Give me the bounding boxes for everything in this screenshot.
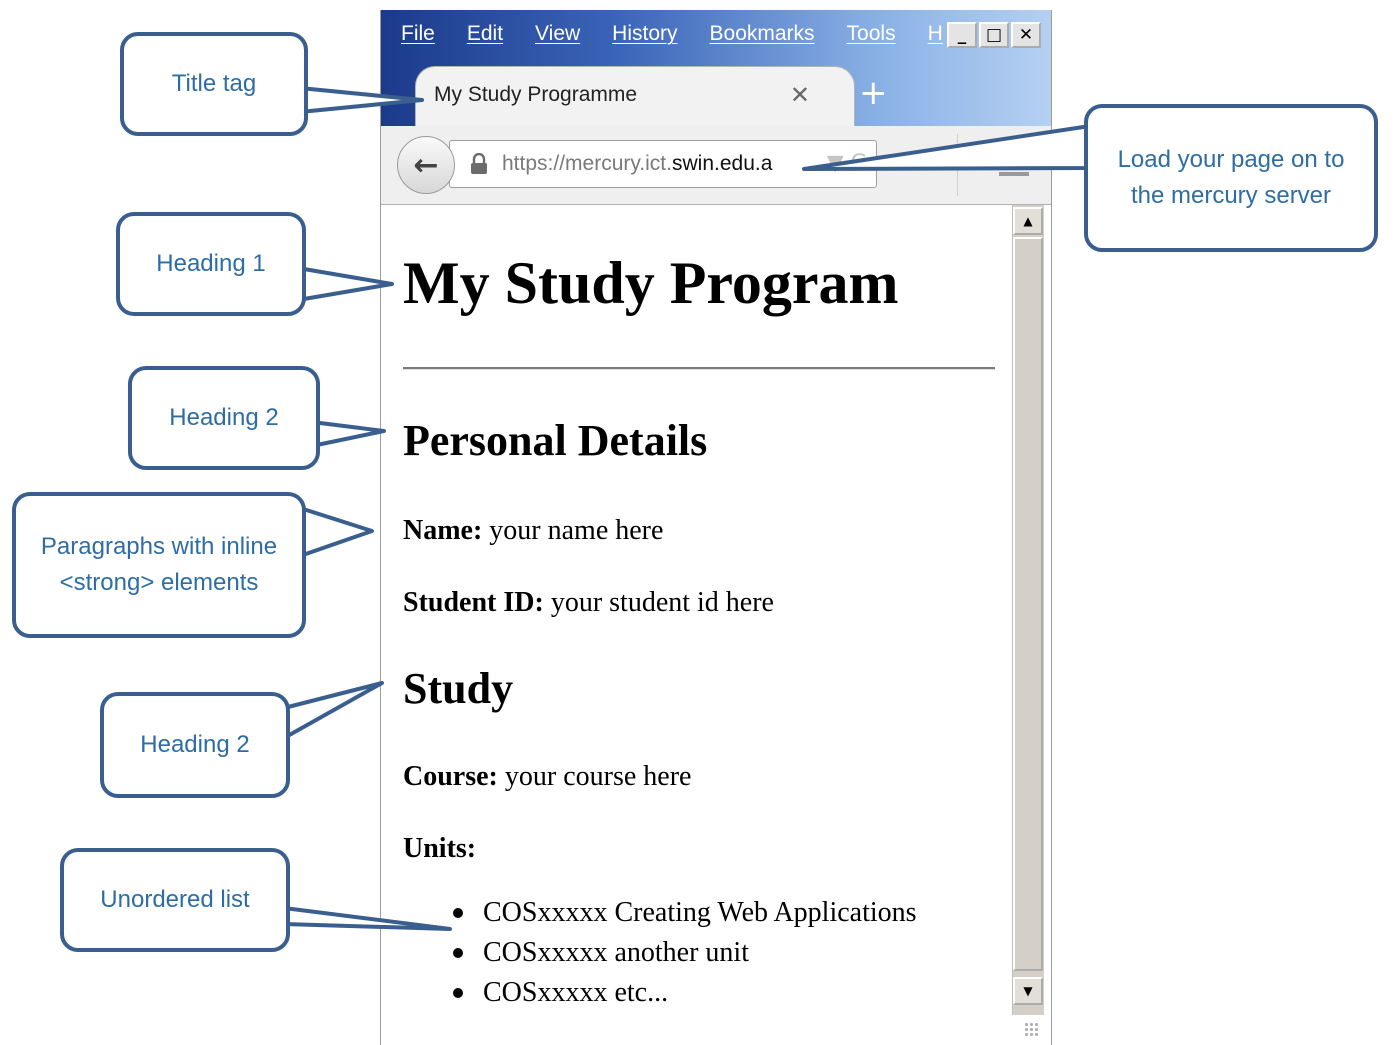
resize-grip-icon[interactable] [1024, 1022, 1040, 1038]
browser-window: File Edit View History Bookmarks Tools H… [380, 10, 1052, 1045]
menu-bookmarks[interactable]: Bookmarks [710, 22, 815, 46]
menu-tools[interactable]: Tools [847, 22, 896, 46]
name-label: Name: [403, 515, 483, 546]
reload-icon[interactable]: ▼ C [827, 151, 866, 176]
horizontal-rule [403, 367, 995, 370]
units-list: COSxxxxx Creating Web Applications COSxx… [453, 893, 917, 1013]
pointer-heading1 [296, 266, 394, 302]
callout-title-tag: Title tag [120, 32, 308, 136]
menu-bar: File Edit View History Bookmarks Tools H [401, 22, 975, 46]
tab-close-icon[interactable]: ✕ [790, 81, 810, 109]
bullet-icon [453, 908, 463, 918]
url-text: https://mercury.ict.swin.edu.a [502, 152, 798, 176]
name-value: your name here [482, 515, 664, 546]
paragraph-name: Name: your name here [403, 515, 663, 547]
list-item: COSxxxxx another unit [453, 933, 917, 973]
course-value: your course here [497, 761, 692, 792]
callout-unordered-list: Unordered list [60, 848, 290, 952]
menu-file[interactable]: File [401, 22, 435, 46]
list-item: COSxxxxx etc... [453, 973, 917, 1013]
menu-icon[interactable] [999, 172, 1029, 176]
paragraph-course: Course: your course here [403, 761, 691, 793]
menu-view[interactable]: View [535, 22, 580, 46]
callout-heading-2-a: Heading 2 [128, 366, 320, 470]
url-domain: swin.edu.a [671, 152, 773, 175]
units-label: Units: [403, 833, 477, 864]
id-label: Student ID: [403, 587, 544, 618]
heading-study: Study [403, 664, 514, 713]
window-controls: _ □ ✕ [947, 22, 1041, 48]
tab-active[interactable]: My Study Programme ✕ [415, 66, 855, 128]
callout-paragraphs: Paragraphs with inline <strong> elements [12, 492, 306, 638]
callout-mercury-server: Load your page on to the mercury server [1084, 104, 1378, 252]
paragraph-student-id: Student ID: your student id here [403, 587, 774, 619]
bullet-icon [453, 948, 463, 958]
heading-personal-details: Personal Details [403, 416, 708, 465]
vertical-scrollbar[interactable]: ▲ ▼ [1012, 205, 1044, 1015]
menu-history[interactable]: History [612, 22, 677, 46]
course-label: Course: [403, 761, 498, 792]
pointer-paragraphs [298, 506, 374, 558]
tab-title: My Study Programme [434, 83, 638, 106]
pointer-heading2-b [282, 681, 384, 740]
list-item: COSxxxxx Creating Web Applications [453, 893, 917, 933]
pointer-heading2-a [310, 420, 386, 448]
url-bar[interactable]: https://mercury.ict.swin.edu.a ▼ C [449, 140, 877, 188]
menu-help[interactable]: H [928, 22, 943, 46]
bullet-icon [453, 988, 463, 998]
menu-edit[interactable]: Edit [467, 22, 503, 46]
id-value: your student id here [543, 587, 774, 618]
callout-heading-2-b: Heading 2 [100, 692, 290, 798]
scroll-up-icon[interactable]: ▲ [1013, 207, 1043, 235]
nav-divider [957, 134, 958, 196]
maximize-button[interactable]: □ [979, 22, 1009, 48]
list-item-text: COSxxxxx etc... [483, 977, 669, 1008]
close-button[interactable]: ✕ [1011, 22, 1041, 48]
url-scheme: https://mercury.ict. [502, 152, 672, 175]
new-tab-icon[interactable]: + [859, 76, 888, 110]
scroll-down-icon[interactable]: ▼ [1013, 977, 1043, 1005]
scroll-thumb[interactable] [1013, 237, 1043, 971]
paragraph-units: Units: [403, 833, 476, 865]
back-button[interactable]: ← [397, 136, 455, 194]
callout-heading-1: Heading 1 [116, 212, 306, 316]
title-bar: File Edit View History Bookmarks Tools H… [381, 10, 1051, 128]
list-item-text: COSxxxxx Creating Web Applications [483, 897, 917, 928]
list-item-text: COSxxxxx another unit [483, 937, 749, 968]
page-content: My Study Program Personal Details Name: … [381, 205, 1011, 1045]
lock-icon [471, 153, 487, 174]
minimize-button[interactable]: _ [947, 22, 977, 48]
nav-bar: https://mercury.ict.swin.edu.a ▼ C ← [381, 126, 1051, 205]
page-heading-1: My Study Program [403, 250, 899, 316]
back-arrow-icon: ← [413, 147, 439, 183]
